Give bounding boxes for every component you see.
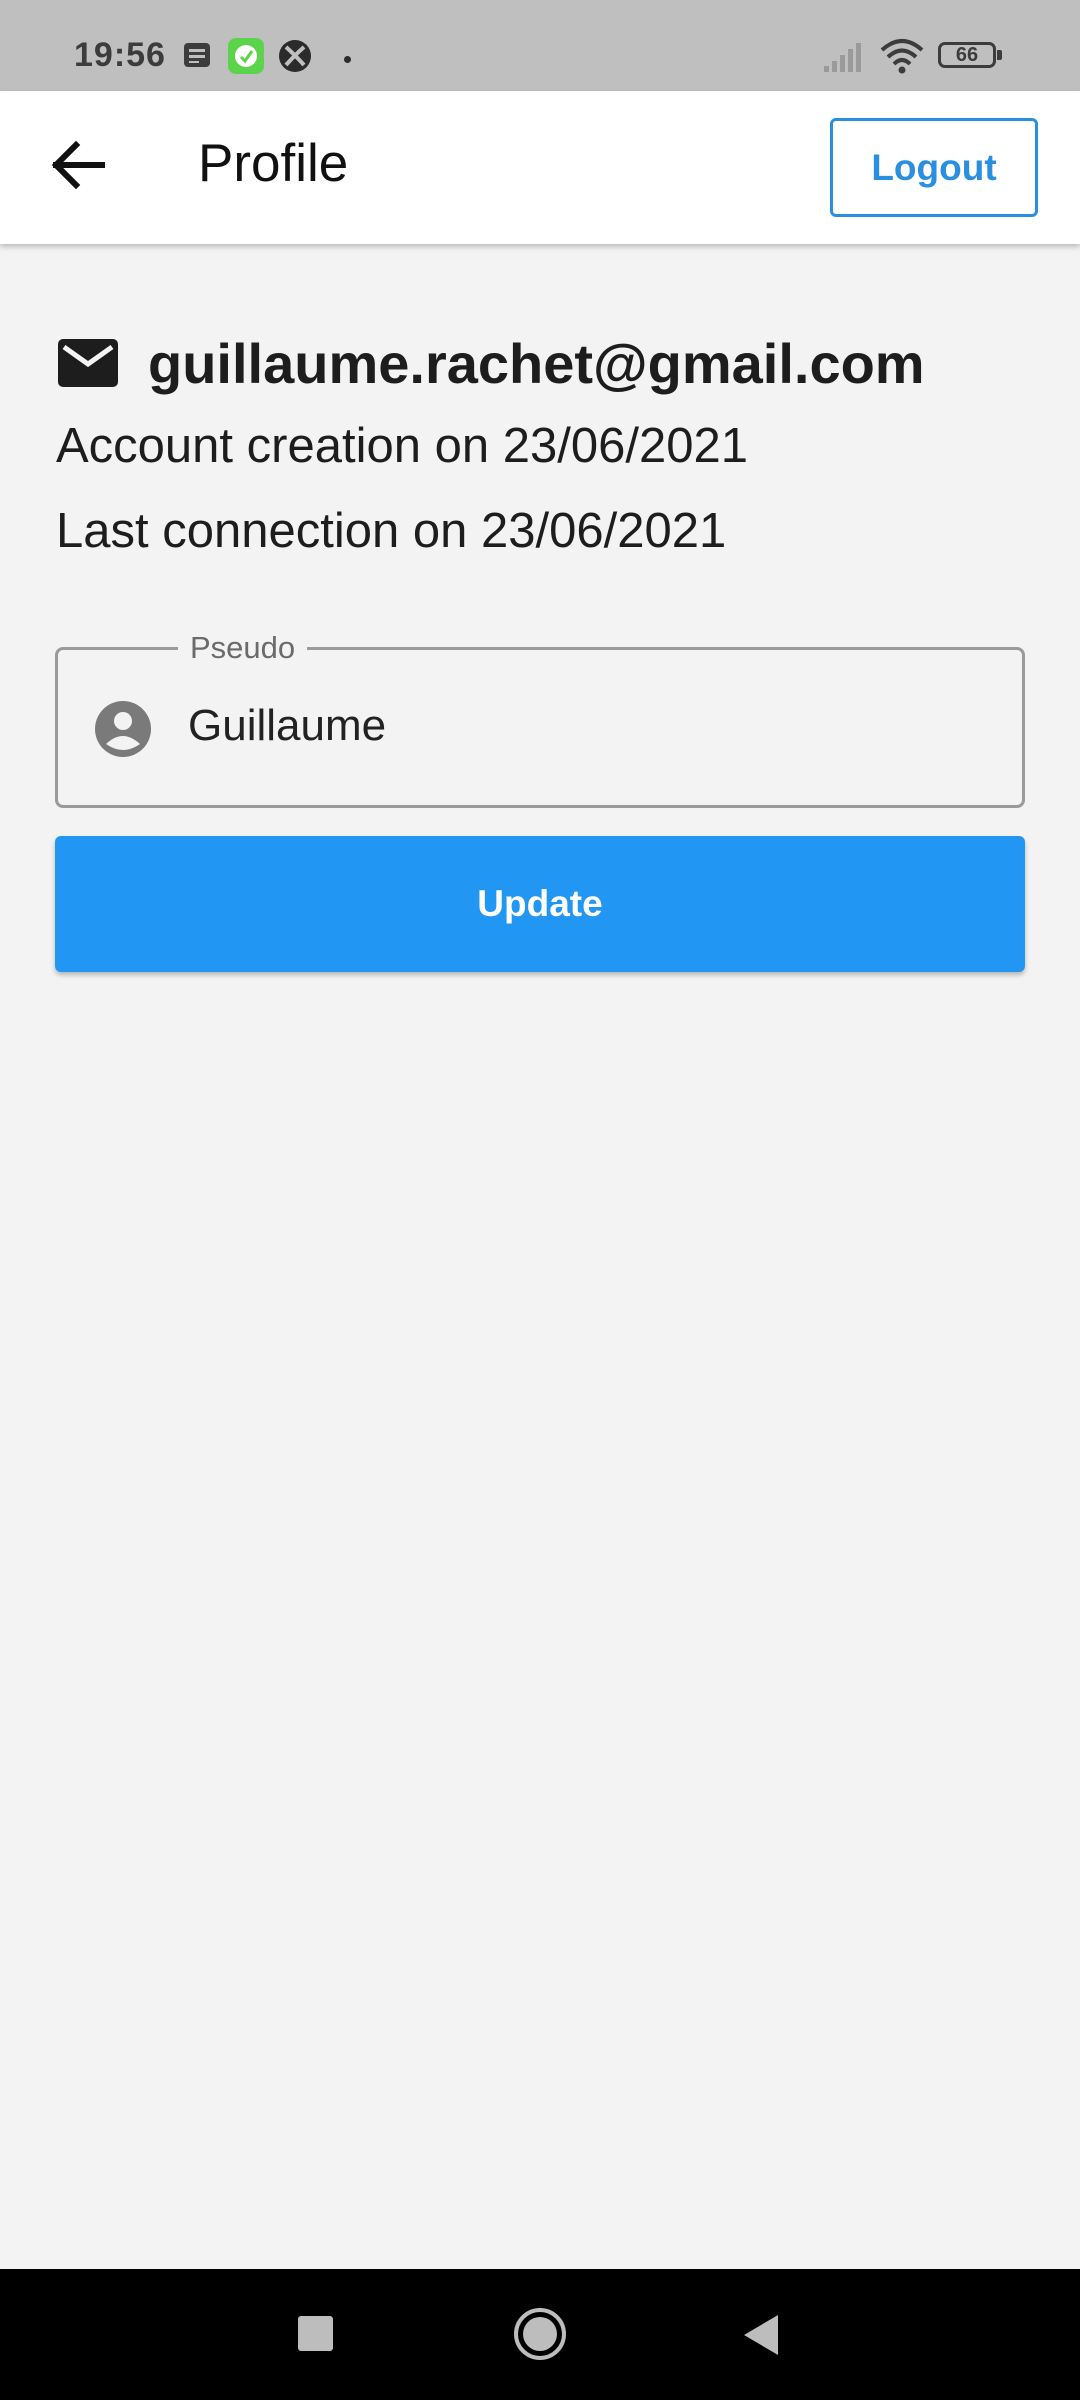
navigation-bar [0, 2269, 1080, 2400]
battery-level: 66 [938, 42, 996, 68]
wifi-icon [880, 39, 924, 74]
account-creation-text: Account creation on 23/06/2021 [56, 419, 748, 473]
user-email: guillaume.rachet@gmail.com [148, 332, 925, 395]
dot-icon [344, 56, 351, 63]
message-icon [184, 43, 210, 67]
logout-button[interactable]: Logout [830, 118, 1038, 217]
last-connection-text: Last connection on 23/06/2021 [56, 504, 727, 558]
mail-icon [58, 339, 118, 387]
status-bar: 19:56 66 [0, 0, 1080, 91]
back-button[interactable] [40, 127, 116, 203]
xbox-icon [279, 40, 311, 72]
home-icon[interactable] [513, 2307, 567, 2361]
page-title: Profile [198, 134, 349, 193]
status-time: 19:56 [74, 36, 166, 74]
pseudo-label: Pseudo [178, 630, 308, 666]
update-button[interactable]: Update [55, 836, 1025, 972]
pseudo-field[interactable]: Pseudo [55, 630, 1025, 808]
pseudo-input[interactable] [188, 696, 988, 756]
account-circle-icon [95, 701, 151, 757]
back-nav-icon[interactable] [740, 2313, 780, 2357]
app-bar: Profile Logout [0, 91, 1080, 244]
signal-icon [824, 43, 861, 72]
battery-icon: 66 [938, 42, 1002, 72]
profile-screen: 19:56 66 Profile Logout guillaume.rachet… [0, 0, 1080, 2400]
arrow-left-icon [51, 140, 105, 190]
app-icon [228, 38, 264, 74]
recents-icon[interactable] [298, 2316, 333, 2351]
